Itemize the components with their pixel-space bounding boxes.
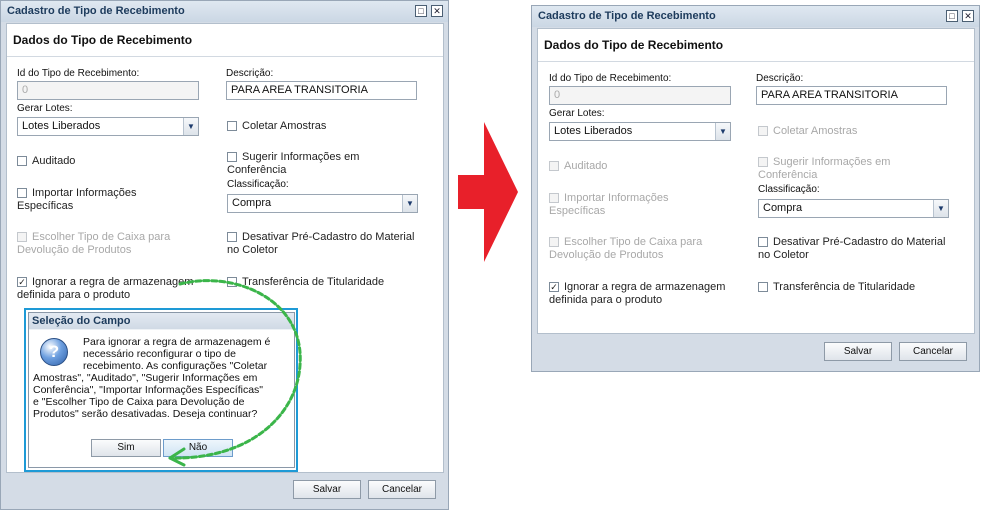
checkbox-label-cont: no Coletor bbox=[758, 249, 809, 261]
checkbox-box[interactable] bbox=[17, 232, 27, 242]
gerar-lotes-value: Lotes Liberados bbox=[554, 125, 633, 137]
checkbox-label: Escolher Tipo de Caixa para bbox=[32, 231, 171, 243]
chevron-down-icon[interactable]: ▼ bbox=[402, 195, 417, 212]
checkbox-box[interactable] bbox=[549, 161, 559, 171]
checkbox-label: Coletar Amostras bbox=[773, 125, 858, 137]
checkbox-box[interactable] bbox=[227, 121, 237, 131]
checkbox-box[interactable] bbox=[17, 156, 27, 166]
id-input[interactable]: 0 bbox=[17, 81, 199, 100]
checkbox-label: Importar Informações bbox=[32, 187, 137, 199]
save-button[interactable]: Salvar bbox=[293, 480, 361, 499]
id-label: Id do Tipo de Recebimento: bbox=[17, 68, 140, 79]
panel-title: Dados do Tipo de Recebimento bbox=[544, 38, 724, 52]
checkbox-label-cont: Específicas bbox=[549, 205, 606, 217]
checkbox-box[interactable] bbox=[227, 232, 237, 242]
id-label: Id do Tipo de Recebimento: bbox=[549, 73, 672, 84]
checkbox-label-cont: Devolução de Produtos bbox=[549, 249, 664, 261]
importar-checkbox[interactable]: Importar Informações Específicas bbox=[17, 187, 137, 213]
chevron-down-icon[interactable]: ▼ bbox=[933, 200, 948, 217]
maximize-icon[interactable]: □ bbox=[415, 5, 427, 17]
descricao-label: Descrição: bbox=[226, 68, 274, 79]
checkbox-box[interactable] bbox=[758, 157, 768, 167]
cancel-button[interactable]: Cancelar bbox=[368, 480, 436, 499]
checkbox-label: Sugerir Informações em bbox=[773, 156, 891, 168]
transferencia-checkbox[interactable]: Transferência de Titularidade bbox=[758, 281, 915, 294]
right-arrow-icon bbox=[458, 122, 518, 262]
cancel-button[interactable]: Cancelar bbox=[899, 342, 967, 361]
checkbox-label-cont: Conferência bbox=[227, 164, 287, 176]
checkbox-label: Escolher Tipo de Caixa para bbox=[564, 236, 703, 248]
checkbox-label: Desativar Pré-Cadastro do Material bbox=[773, 236, 946, 248]
gerar-lotes-label: Gerar Lotes: bbox=[17, 103, 73, 114]
escolher-checkbox[interactable]: Escolher Tipo de Caixa para Devolução de… bbox=[549, 236, 702, 262]
button-bar: Salvar Cancelar bbox=[6, 473, 443, 508]
coletar-checkbox[interactable]: Coletar Amostras bbox=[758, 125, 857, 138]
chevron-down-icon[interactable]: ▼ bbox=[183, 118, 198, 135]
checkbox-box[interactable] bbox=[549, 237, 559, 247]
maximize-icon[interactable]: □ bbox=[946, 10, 958, 22]
classificacao-select[interactable]: Compra ▼ bbox=[227, 194, 418, 213]
checkbox-label: Sugerir Informações em bbox=[242, 151, 360, 163]
checkbox-label: Ignorar a regra de armazenagem bbox=[564, 281, 726, 293]
checkbox-box[interactable] bbox=[17, 188, 27, 198]
ignorar-checkbox[interactable]: ✓ Ignorar a regra de armazenagem definid… bbox=[549, 281, 725, 307]
gerar-lotes-value: Lotes Liberados bbox=[22, 120, 101, 132]
classificacao-select[interactable]: Compra ▼ bbox=[758, 199, 949, 218]
checkbox-box-checked[interactable]: ✓ bbox=[549, 282, 559, 292]
checkbox-label: Coletar Amostras bbox=[242, 120, 327, 132]
checkbox-label: Desativar Pré-Cadastro do Material bbox=[242, 231, 415, 243]
auditado-checkbox[interactable]: Auditado bbox=[17, 155, 75, 168]
checkbox-box[interactable] bbox=[758, 237, 768, 247]
divider bbox=[538, 61, 974, 62]
checkbox-label-cont: Conferência bbox=[758, 169, 818, 181]
classificacao-label: Classificação: bbox=[758, 184, 820, 195]
id-input[interactable]: 0 bbox=[549, 86, 731, 105]
coletar-checkbox[interactable]: Coletar Amostras bbox=[227, 120, 326, 133]
panel-title: Dados do Tipo de Recebimento bbox=[13, 33, 193, 47]
window-title: Cadastro de Tipo de Recebimento bbox=[532, 6, 979, 27]
checkbox-box[interactable] bbox=[758, 126, 768, 136]
close-icon[interactable]: ✕ bbox=[431, 5, 443, 17]
checkbox-box-checked[interactable]: ✓ bbox=[17, 277, 27, 287]
checkbox-box[interactable] bbox=[758, 282, 768, 292]
sugerir-checkbox[interactable]: Sugerir Informações em Conferência bbox=[758, 156, 890, 182]
descricao-label: Descrição: bbox=[756, 73, 804, 84]
gerar-lotes-label: Gerar Lotes: bbox=[549, 108, 605, 119]
descricao-input[interactable]: PARA AREA TRANSITORIA bbox=[226, 81, 417, 100]
annotation-arrow bbox=[168, 279, 302, 467]
right-window: Cadastro de Tipo de Recebimento □ ✕ Dado… bbox=[531, 5, 980, 372]
checkbox-box[interactable] bbox=[227, 152, 237, 162]
checkbox-label-cont: no Coletor bbox=[227, 244, 278, 256]
checkbox-label-cont: Devolução de Produtos bbox=[17, 244, 132, 256]
checkbox-box[interactable] bbox=[549, 193, 559, 203]
classificacao-value: Compra bbox=[763, 202, 803, 214]
auditado-checkbox[interactable]: Auditado bbox=[549, 160, 607, 173]
importar-checkbox[interactable]: Importar Informações Específicas bbox=[549, 192, 669, 218]
desativar-checkbox[interactable]: Desativar Pré-Cadastro do Material no Co… bbox=[227, 231, 414, 257]
desativar-checkbox[interactable]: Desativar Pré-Cadastro do Material no Co… bbox=[758, 236, 945, 262]
checkbox-label-cont: Específicas bbox=[17, 200, 74, 212]
escolher-checkbox[interactable]: Escolher Tipo de Caixa para Devolução de… bbox=[17, 231, 170, 257]
close-icon[interactable]: ✕ bbox=[962, 10, 974, 22]
checkbox-label-cont: definida para o produto bbox=[549, 294, 663, 306]
gerar-lotes-select[interactable]: Lotes Liberados ▼ bbox=[549, 122, 731, 141]
descricao-input[interactable]: PARA AREA TRANSITORIA bbox=[756, 86, 947, 105]
form-panel: Dados do Tipo de Recebimento Id do Tipo … bbox=[537, 28, 975, 334]
classificacao-value: Compra bbox=[232, 197, 272, 209]
checkbox-label: Importar Informações bbox=[564, 192, 669, 204]
classificacao-label: Classificação: bbox=[227, 179, 289, 190]
gerar-lotes-select[interactable]: Lotes Liberados ▼ bbox=[17, 117, 199, 136]
window-title: Cadastro de Tipo de Recebimento bbox=[1, 1, 448, 22]
button-bar: Salvar Cancelar bbox=[537, 334, 974, 369]
chevron-down-icon[interactable]: ▼ bbox=[715, 123, 730, 140]
sugerir-checkbox[interactable]: Sugerir Informações em Conferência bbox=[227, 151, 359, 177]
checkbox-label: Transferência de Titularidade bbox=[773, 281, 916, 293]
divider bbox=[7, 56, 443, 57]
save-button[interactable]: Salvar bbox=[824, 342, 892, 361]
